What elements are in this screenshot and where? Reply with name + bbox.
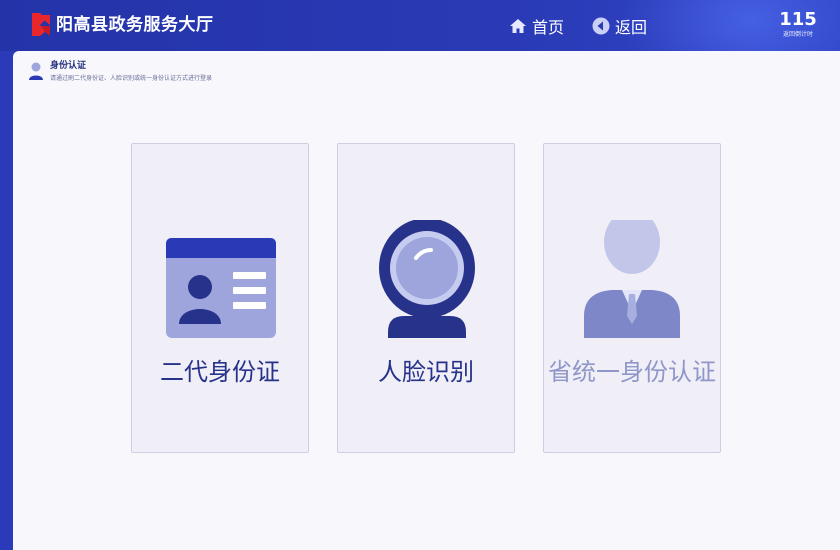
provincial-id-label: 省统一身份认证 [548, 358, 716, 386]
countdown-value: 115 [779, 9, 817, 30]
face-camera-icon [379, 220, 475, 338]
id-card-option[interactable]: 二代身份证 [131, 143, 309, 453]
main-panel: 身份认证 请通过刷二代身份证、人脸识别或统一身份认证方式进行登录 二代身份证 人… [13, 51, 840, 550]
id-card-icon [166, 238, 276, 338]
provincial-id-option[interactable]: 省统一身份认证 [543, 143, 721, 453]
countdown-label: 返回倒计时 [782, 31, 813, 38]
home-icon [510, 19, 526, 33]
countdown-timer: 115 返回倒计时 [778, 10, 818, 39]
face-recognition-option[interactable]: 人脸识别 [337, 143, 515, 453]
back-label: 返回 [615, 18, 648, 37]
face-recognition-label: 人脸识别 [378, 358, 474, 386]
top-header: 阳高县政务服务大厅 首页 返回 115 返回倒计时 [0, 0, 840, 51]
back-arrow-icon [592, 17, 610, 35]
back-button[interactable]: 返回 [592, 15, 647, 37]
home-button[interactable]: 首页 [509, 15, 564, 37]
home-label: 首页 [532, 18, 565, 37]
section-description: 请通过刷二代身份证、人脸识别或统一身份认证方式进行登录 [50, 75, 213, 82]
id-card-label: 二代身份证 [160, 358, 280, 386]
site-title: 阳高县政务服务大厅 [56, 15, 214, 35]
user-icon [29, 62, 43, 80]
person-suit-icon [584, 220, 680, 338]
logo-icon [32, 13, 50, 36]
section-title: 身份认证 [50, 61, 87, 71]
